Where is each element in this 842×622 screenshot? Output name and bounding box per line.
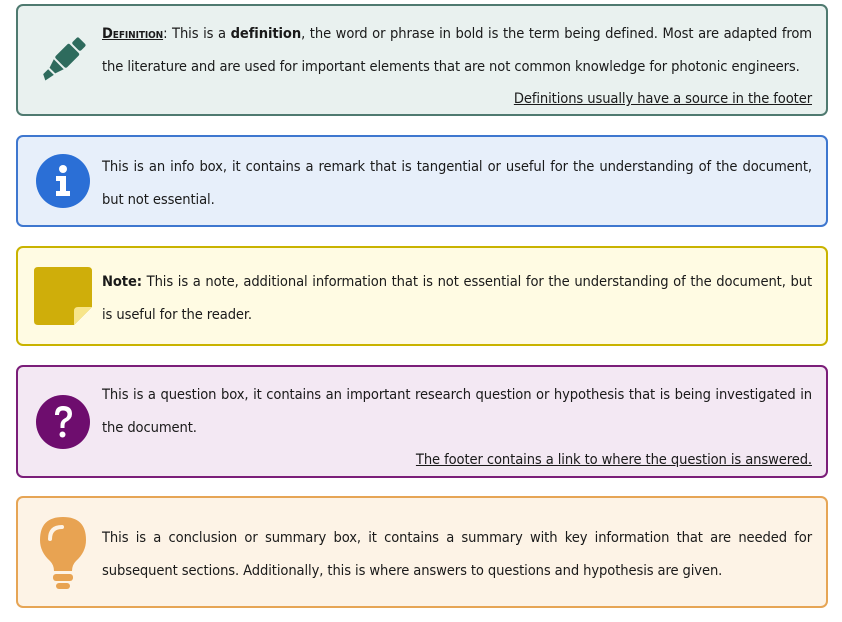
question-text: This is a question box, it contains an i… xyxy=(102,386,812,436)
question-content: This is a question box, it contains an i… xyxy=(102,379,812,477)
question-footer-link[interactable]: The footer contains a link to where the … xyxy=(102,444,812,477)
info-content: This is an info box, it contains a remar… xyxy=(102,151,812,216)
note-content: Note: This is a note, additional informa… xyxy=(102,266,812,331)
note-label: Note: xyxy=(102,273,142,290)
info-box: This is an info box, it contains a remar… xyxy=(16,135,828,227)
conclusion-content: This is a conclusion or summary box, it … xyxy=(102,522,812,587)
question-box: This is a question box, it contains an i… xyxy=(16,365,828,478)
highlighter-icon xyxy=(34,31,92,89)
definition-footer-link[interactable]: Definitions usually have a source in the… xyxy=(102,83,812,116)
definition-box: Definition: This is a definition, the wo… xyxy=(16,4,828,116)
question-icon xyxy=(34,393,92,451)
definition-bold-word: definition xyxy=(230,25,302,42)
info-text: This is an info box, it contains a remar… xyxy=(102,158,812,208)
info-icon xyxy=(34,152,92,210)
sticky-note-icon xyxy=(34,267,92,325)
conclusion-box: This is a conclusion or summary box, it … xyxy=(16,496,828,608)
definition-content: Definition: This is a definition, the wo… xyxy=(102,18,812,116)
lightbulb-icon xyxy=(34,517,92,589)
note-text: This is a note, additional information t… xyxy=(102,273,812,323)
definition-term-label: Definition xyxy=(102,25,164,42)
definition-text-before: This is a xyxy=(167,25,231,42)
conclusion-text: This is a conclusion or summary box, it … xyxy=(102,529,812,579)
note-box: Note: This is a note, additional informa… xyxy=(16,246,828,346)
